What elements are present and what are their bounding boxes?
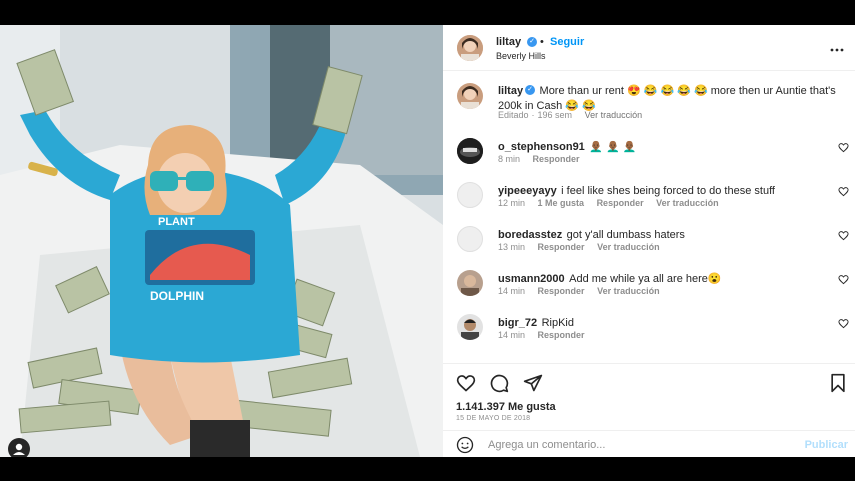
reply-link[interactable]: Responder [538,330,585,340]
comment-username[interactable]: bigr_72 [498,317,537,329]
svg-text:DOLPHIN: DOLPHIN [150,289,204,303]
caption-verified-icon: ✓ [525,84,536,95]
comment-likes[interactable]: 1 Me gusta [538,198,585,208]
avatar[interactable] [457,35,483,61]
caption-translate-link[interactable]: Ver traducción [585,110,643,120]
dot: · [531,110,535,120]
location-link[interactable]: Beverly Hills [496,51,546,61]
comment-avatar[interactable] [457,138,483,164]
heart-icon[interactable] [838,142,849,153]
translate-link[interactable]: Ver traducción [656,198,719,208]
comment-row: o_stephenson91 👨🏾‍🦲 👨🏾‍🦲 👨🏾‍🦲 8 min Resp… [443,137,855,181]
post-panel: liltay ✓ • Seguir Beverly Hills liltay ✓ … [443,25,855,457]
user-tag-icon[interactable] [8,438,30,457]
comment-icon[interactable] [489,373,509,393]
heart-icon[interactable] [838,230,849,241]
reply-link[interactable]: Responder [533,154,580,164]
comment-row: boredasstez got y'all dumbass haters 13 … [443,225,855,269]
comment-text: got y'all dumbass haters [566,229,685,241]
comment-text: i feel like shes being forced to do thes… [561,185,775,197]
comment-username[interactable]: o_stephenson91 [498,141,585,153]
comment-input[interactable]: Agrega un comentario... [488,439,788,451]
reply-link[interactable]: Responder [597,198,644,208]
comment-username[interactable]: boredasstez [498,229,562,241]
comment-username[interactable]: yipeeeyayy [498,185,557,197]
separator-dot: • [540,36,544,48]
edited-label: Editado [498,110,529,120]
verified-icon: ✓ [527,37,537,47]
comment-avatar[interactable] [457,182,483,208]
heart-icon[interactable] [456,373,476,393]
comment-time: 12 min [498,198,526,208]
bookmark-icon[interactable] [829,373,847,393]
caption-text: More than ur rent 😍 😂 😂 😂 😂 more then ur… [498,85,836,112]
comment-avatar[interactable] [457,226,483,252]
comment-avatar[interactable] [457,314,483,340]
comment-time: 13 min [498,242,526,252]
comment-text: RipKid [541,317,574,329]
post-photo[interactable]: PLANT DOLPHIN [0,25,443,457]
follow-button[interactable]: Seguir [550,36,584,48]
reply-link[interactable]: Responder [538,242,585,252]
svg-text:PLANT: PLANT [158,216,195,228]
heart-icon[interactable] [838,274,849,285]
likes-count[interactable]: 1.141.397 Me gusta [456,401,556,413]
caption-avatar[interactable] [457,83,483,109]
comment-username[interactable]: usmann2000 [498,273,565,285]
post-username[interactable]: liltay [496,36,521,48]
add-comment-bar: Agrega un comentario... Publicar [443,430,855,457]
translate-link[interactable]: Ver traducción [597,242,660,252]
comment-avatar[interactable] [457,270,483,296]
more-options-icon[interactable] [829,40,845,52]
translate-link[interactable]: Ver traducción [597,286,660,296]
emoji-icon[interactable] [456,436,474,454]
comment-time: 8 min [498,154,521,164]
post-header: liltay ✓ • Seguir Beverly Hills [443,25,855,71]
comment-row: bigr_72 RipKid 14 min Responder [443,313,855,357]
screen-frame: PLANT DOLPHIN liltay ✓ • Seguir Beverly … [0,0,855,481]
heart-icon[interactable] [838,186,849,197]
comment-row: usmann2000 Add me while ya all are here😮… [443,269,855,313]
post-age: 196 sem [537,110,573,120]
share-icon[interactable] [523,373,543,393]
reply-link[interactable]: Responder [538,286,585,296]
comment-text: 👨🏾‍🦲 👨🏾‍🦲 👨🏾‍🦲 [589,141,637,153]
post-caption: liltay ✓ More than ur rent 😍 😂 😂 😂 😂 more… [443,79,855,127]
comment-text: Add me while ya all are here😮 [569,273,722,285]
caption-username[interactable]: liltay [498,85,523,97]
comment-time: 14 min [498,330,526,340]
comment-row: yipeeeyayy i feel like shes being forced… [443,181,855,225]
comment-time: 14 min [498,286,526,296]
publish-button[interactable]: Publicar [805,439,848,451]
post-photo-illustration: PLANT DOLPHIN [0,25,443,457]
post-date: 15 DE MAYO DE 2018 [456,415,531,422]
heart-icon[interactable] [838,318,849,329]
